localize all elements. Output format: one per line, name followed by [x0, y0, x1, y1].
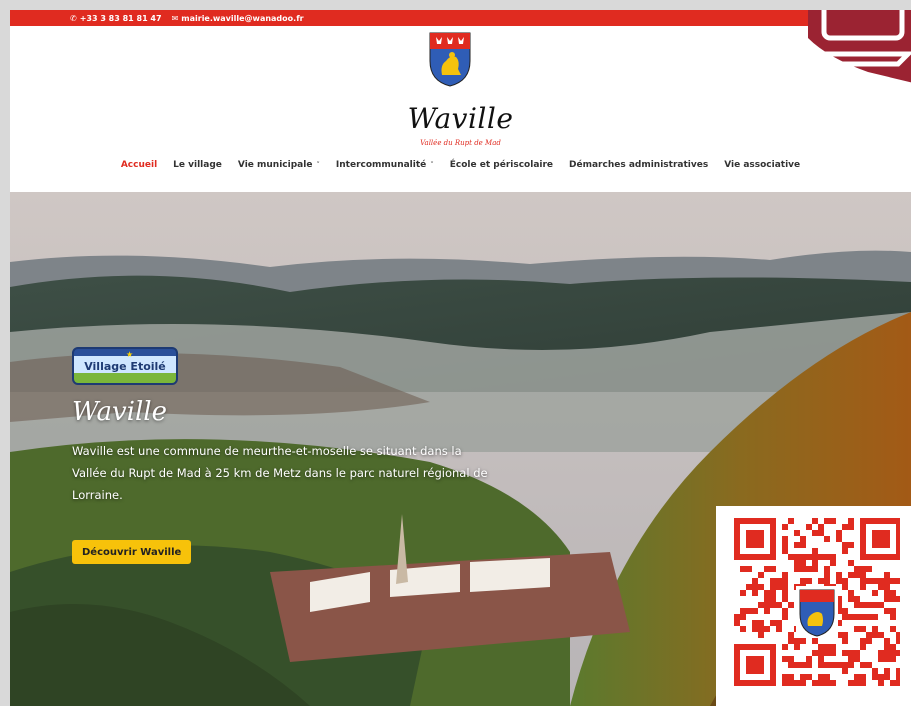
discover-button[interactable]: Découvrir Waville [72, 540, 192, 564]
site-tagline: Vallée du Rupt de Mad [420, 139, 501, 147]
nav-item-vie-associative[interactable]: Vie associative [724, 160, 800, 170]
nav-label: Démarches administratives [569, 160, 709, 170]
phone-number: +33 3 83 81 81 47 [79, 13, 162, 23]
badge-label: Village Etoilé [84, 360, 166, 373]
chevron-down-icon: ˅ [316, 161, 320, 169]
laptop-badge-icon[interactable] [798, 10, 911, 86]
hero-description: Waville est une commune de meurthe-et-mo… [72, 444, 488, 502]
phone-icon: ✆ [70, 13, 77, 23]
nav-label: Le village [173, 160, 222, 170]
hero-title: Waville [72, 397, 167, 427]
email-address: mairie.waville@wanadoo.fr [181, 13, 304, 23]
nav-label: Accueil [120, 160, 158, 170]
village-etoile-badge: ★ Village Etoilé [72, 347, 178, 385]
chevron-down-icon: ˅ [430, 161, 434, 169]
nav-label: Vie municipale [237, 160, 313, 170]
qr-code-image[interactable] [734, 518, 902, 698]
email-link[interactable]: ✉ mairie.waville@wanadoo.fr [172, 14, 304, 23]
nav-label: Vie associative [724, 160, 801, 170]
nav-item-demarches-administratives[interactable]: Démarches administratives [569, 160, 708, 170]
nav-item-intercommunalite[interactable]: Intercommunalité ˅ [336, 160, 434, 170]
star-icon: ★ [126, 350, 134, 359]
coat-of-arms-icon[interactable] [428, 31, 472, 87]
site-logo[interactable]: Waville [10, 102, 911, 135]
qr-code-panel [716, 506, 911, 706]
main-navigation: Accueil Le village Vie municipale ˅ Inte… [10, 160, 911, 170]
nav-item-le-village[interactable]: Le village [173, 160, 222, 170]
browser-viewport: ✆ +33 3 83 81 81 47 ✉ mairie.waville@wan… [10, 10, 911, 706]
phone-link[interactable]: ✆ +33 3 83 81 81 47 [70, 14, 162, 23]
nav-label: Intercommunalité [335, 160, 427, 170]
nav-label: École et périscolaire [449, 160, 554, 170]
site-header: Waville Vallée du Rupt de Mad Accueil Le… [10, 26, 911, 192]
nav-item-vie-municipale[interactable]: Vie municipale ˅ [238, 160, 320, 170]
hero-section: ★ Village Etoilé Waville Waville est une… [10, 192, 911, 706]
nav-item-ecole-periscolaire[interactable]: École et périscolaire [450, 160, 553, 170]
envelope-icon: ✉ [171, 13, 179, 23]
nav-item-accueil[interactable]: Accueil [121, 160, 157, 170]
top-contact-bar: ✆ +33 3 83 81 81 47 ✉ mairie.waville@wan… [10, 10, 911, 26]
